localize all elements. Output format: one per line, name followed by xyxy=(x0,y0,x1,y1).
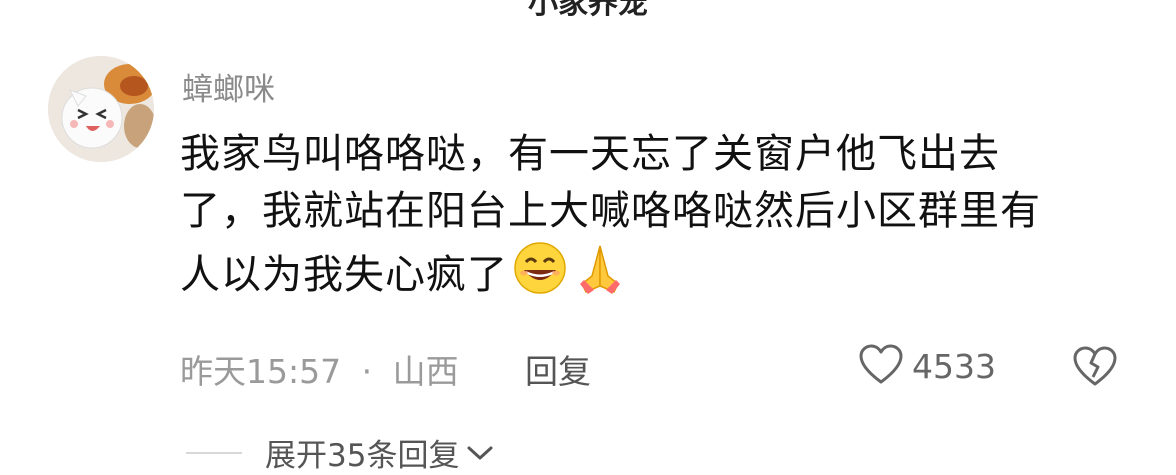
comment-text: 我家鸟叫咯咯哒，有一天忘了关窗户他飞出去 了，我就站在阳台上大喊咯咯哒然后小区群… xyxy=(180,126,1140,312)
comment-time: 昨天15:57 xyxy=(180,352,342,391)
comment-meta: 昨天15:57 · 山西 xyxy=(180,345,459,393)
like-count: 4533 xyxy=(912,346,996,386)
meta-separator: · xyxy=(361,352,373,391)
grinning-face-emoji-icon xyxy=(512,240,568,312)
comment-line-2: 了，我就站在阳台上大喊咯咯哒然后小区群里有 xyxy=(180,188,1041,234)
like-button[interactable]: 4533 xyxy=(858,344,996,388)
username[interactable]: 蟑螂咪 xyxy=(182,64,275,109)
reply-divider xyxy=(186,452,242,454)
comment-line-1: 我家鸟叫咯咯哒，有一天忘了关窗户他飞出去 xyxy=(180,131,1000,177)
folded-hands-emoji-icon xyxy=(572,240,628,312)
broken-heart-icon xyxy=(1072,346,1118,391)
chevron-down-icon xyxy=(465,435,495,471)
reply-button[interactable]: 回复 xyxy=(525,345,591,393)
comment-line-3-text: 人以为我失心疯了 xyxy=(180,252,508,298)
dislike-button[interactable] xyxy=(1072,345,1118,391)
expand-replies-label: 展开35条回复 xyxy=(265,438,460,474)
header-title-cut: 小家养宠 xyxy=(528,0,648,21)
avatar[interactable] xyxy=(48,56,154,162)
comment-location: 山西 xyxy=(392,352,459,391)
avatar-image xyxy=(48,56,154,162)
heart-outline-icon xyxy=(858,343,904,389)
comment-line-3: 人以为我失心疯了 xyxy=(180,240,1140,312)
expand-replies-button[interactable]: 展开35条回复 xyxy=(265,430,495,475)
